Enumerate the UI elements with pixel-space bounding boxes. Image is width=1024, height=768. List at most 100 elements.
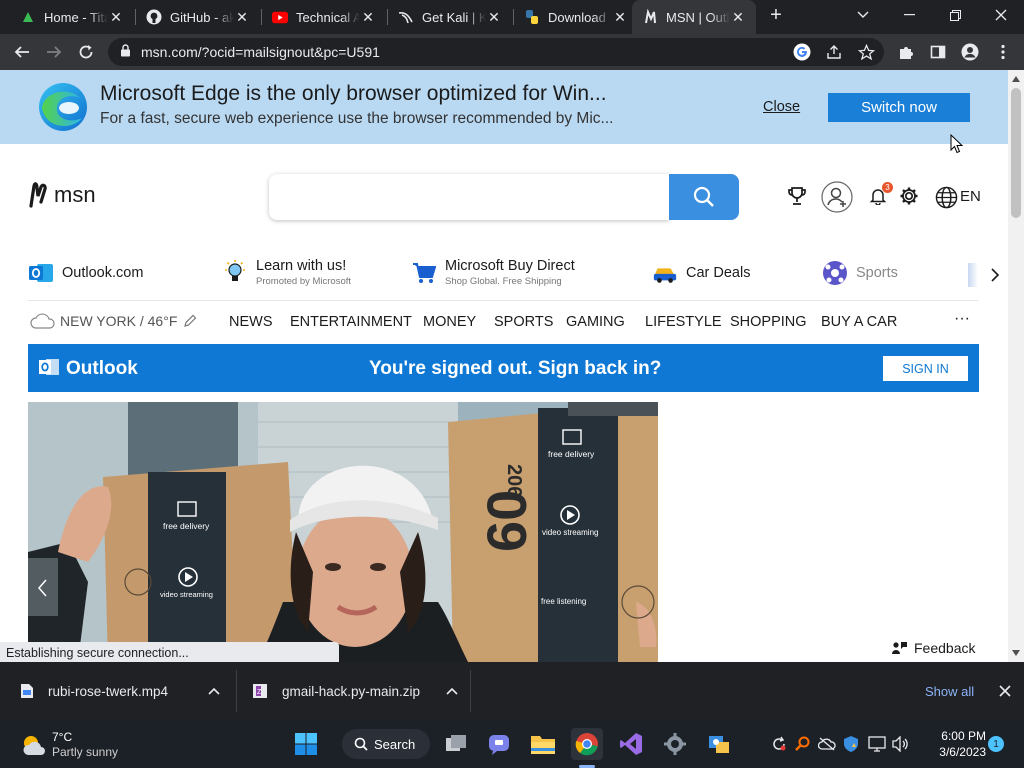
quick-link-car-deals[interactable]: Car Deals: [652, 260, 750, 286]
close-icon[interactable]: ✕: [108, 9, 124, 26]
feedback-button[interactable]: Feedback: [888, 635, 980, 661]
sign-in-avatar-icon[interactable]: [821, 181, 853, 213]
close-icon[interactable]: ✕: [612, 9, 628, 26]
trophy-icon[interactable]: [786, 185, 808, 207]
settings-app-icon[interactable]: [659, 728, 691, 760]
taskbar-search-box[interactable]: Search: [342, 729, 430, 759]
task-view-icon[interactable]: [440, 728, 472, 760]
google-icon[interactable]: [792, 42, 812, 62]
browser-toolbar: msn.com/?ocid=mailsignout&pc=U591: [0, 34, 1024, 70]
side-panel-icon[interactable]: [928, 42, 948, 62]
windows-start-icon[interactable]: [290, 728, 322, 760]
nav-more-ellipsis-icon[interactable]: ···: [954, 310, 970, 328]
page-scrollbar[interactable]: [1008, 70, 1024, 662]
globe-icon[interactable]: [934, 185, 958, 209]
quick-links-next-chevron-icon[interactable]: [990, 267, 1000, 288]
sports-ball-icon: [822, 260, 848, 286]
nav-shopping[interactable]: SHOPPING: [730, 314, 807, 330]
download-item-zip[interactable]: Z gmail-hack.py-main.zip: [252, 662, 462, 720]
box-text-free-delivery-2: free delivery: [548, 449, 595, 459]
quick-link-microsoft-buy-direct[interactable]: Microsoft Buy Direct Shop Global. Free Sh…: [411, 258, 575, 287]
file-explorer-icon[interactable]: [527, 728, 559, 760]
youtube-icon: [272, 9, 288, 25]
weather-location[interactable]: NEW YORK / 46°F: [30, 313, 197, 329]
settings-gear-icon[interactable]: [898, 185, 920, 207]
scrollbar-thumb[interactable]: [1011, 88, 1021, 218]
teams-chat-icon[interactable]: [483, 728, 515, 760]
chevron-up-icon[interactable]: [446, 687, 458, 695]
search-magnifier-tray-icon[interactable]: [794, 734, 812, 754]
display-icon[interactable]: [868, 734, 886, 754]
minimize-button[interactable]: [886, 0, 932, 30]
extensions-puzzle-icon[interactable]: [896, 42, 916, 62]
back-arrow-icon[interactable]: [8, 38, 36, 66]
msn-page: Microsoft Edge is the only browser optim…: [0, 70, 1008, 662]
pencil-edit-icon[interactable]: [183, 314, 197, 328]
box-number-206: 206: [503, 464, 525, 497]
close-icon[interactable]: ✕: [234, 9, 250, 26]
notification-badge: 3: [882, 182, 893, 193]
new-tab-button[interactable]: +: [754, 0, 798, 30]
language-selector[interactable]: EN: [960, 188, 981, 205]
nav-lifestyle[interactable]: LIFESTYLE: [645, 314, 722, 330]
address-bar[interactable]: msn.com/?ocid=mailsignout&pc=U591: [108, 38, 884, 66]
taskbar-weather-widget[interactable]: 7°C Partly sunny: [20, 730, 118, 760]
reload-icon[interactable]: [72, 38, 100, 66]
nav-buy-a-car[interactable]: BUY A CAR: [821, 314, 897, 330]
notification-center-badge[interactable]: 1: [988, 736, 1004, 752]
sync-icon[interactable]: [770, 734, 788, 754]
shopping-cart-icon: [411, 260, 437, 286]
tab-home-titan[interactable]: Home - Tita ✕: [10, 0, 134, 34]
visual-studio-icon[interactable]: [615, 728, 647, 760]
volume-icon[interactable]: [892, 734, 910, 754]
show-all-downloads-link[interactable]: Show all: [925, 662, 974, 720]
download-item-mp4[interactable]: rubi-rose-twerk.mp4: [20, 662, 230, 720]
car-icon: [652, 260, 678, 286]
profile-avatar-icon[interactable]: [960, 42, 980, 62]
nav-money[interactable]: MONEY: [423, 314, 476, 330]
chevron-up-icon[interactable]: [208, 687, 220, 695]
restore-button[interactable]: [932, 0, 978, 30]
clock[interactable]: 6:00 PM 3/6/2023: [922, 728, 986, 760]
close-icon[interactable]: ✕: [360, 9, 376, 26]
search-input[interactable]: [269, 174, 669, 220]
box-text-video-streaming: video streaming: [160, 590, 213, 599]
tab-msn-active[interactable]: MSN | Outl ✕: [632, 0, 756, 34]
svg-text:Z: Z: [257, 689, 262, 696]
banner-close-link[interactable]: Close: [763, 99, 800, 115]
share-icon[interactable]: [824, 42, 844, 62]
nav-entertainment[interactable]: ENTERTAINMENT: [290, 314, 412, 330]
close-window-button[interactable]: [978, 0, 1024, 30]
tab-youtube[interactable]: Technical A ✕: [262, 0, 386, 34]
close-icon[interactable]: ✕: [730, 9, 746, 26]
lightbulb-icon: [222, 259, 248, 286]
close-downloads-icon[interactable]: [999, 662, 1011, 720]
hero-image[interactable]: 60 206 free delivery video streaming fre…: [28, 402, 658, 662]
outlook-signout-bar: Outlook You're signed out. Sign back in?…: [28, 344, 979, 392]
tab-kali[interactable]: Get Kali | K ✕: [388, 0, 512, 34]
forward-arrow-icon[interactable]: [40, 38, 68, 66]
sign-in-button[interactable]: SIGN IN: [883, 356, 968, 381]
mouse-cursor-icon: [950, 133, 964, 159]
kebab-menu-icon[interactable]: [993, 42, 1013, 62]
close-icon[interactable]: ✕: [486, 9, 502, 26]
switch-now-button[interactable]: Switch now: [828, 93, 970, 122]
cloud-off-icon[interactable]: [818, 734, 836, 754]
nav-news[interactable]: NEWS: [229, 314, 273, 330]
edge-banner-title: Microsoft Edge is the only browser optim…: [100, 82, 607, 105]
nav-sports[interactable]: SPORTS: [494, 314, 553, 330]
tab-python-download[interactable]: Download ✕: [514, 0, 638, 34]
msn-logo[interactable]: msn: [28, 182, 96, 208]
chrome-taskbar-icon[interactable]: [571, 728, 603, 760]
quick-link-outlook[interactable]: Outlook.com: [28, 260, 143, 286]
security-shield-icon[interactable]: [842, 734, 860, 754]
tab-github[interactable]: GitHub - ak ✕: [136, 0, 260, 34]
bookmark-star-icon[interactable]: [856, 42, 876, 62]
tab-search-chevron-icon[interactable]: [840, 0, 886, 30]
nav-gaming[interactable]: GAMING: [566, 314, 625, 330]
faded-next-link: [968, 263, 978, 287]
control-panel-icon[interactable]: [703, 728, 735, 760]
quick-link-sports[interactable]: Sports: [822, 260, 898, 286]
search-button[interactable]: [669, 174, 739, 220]
quick-link-learn[interactable]: Learn with us! Promoted by Microsoft: [222, 258, 351, 287]
